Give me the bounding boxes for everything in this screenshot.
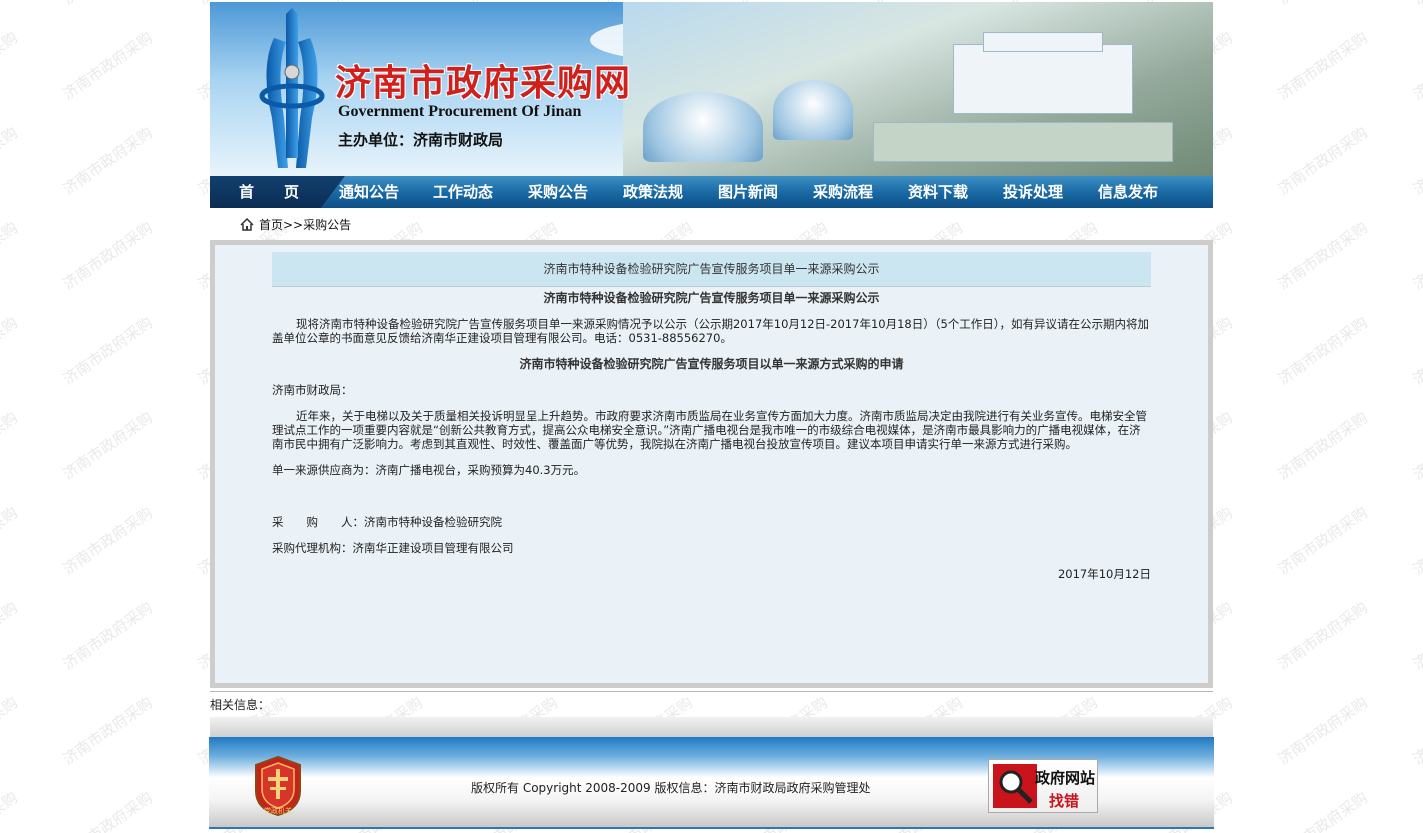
watermark-text: 济南市政府采购	[59, 598, 156, 674]
watermark-text: 济南市政府采购	[0, 693, 21, 769]
page: 济南市政府采购网 Government Procurement Of Jinan…	[209, 0, 1214, 829]
notice-article: 济南市特种设备检验研究院广告宣传服务项目单一来源采购公示 现将济南市特种设备检验…	[272, 291, 1151, 581]
site-banner: 济南市政府采购网 Government Procurement Of Jinan…	[210, 2, 1213, 176]
plaza	[873, 122, 1173, 162]
nav-item-complaints[interactable]: 投诉处理	[1003, 176, 1063, 208]
watermark-text: 济南市政府采购	[1409, 598, 1423, 674]
notice-header-title: 济南市特种设备检验研究院广告宣传服务项目单一来源采购公示	[272, 252, 1151, 287]
watermark-text: 济南市政府采购	[0, 218, 21, 294]
watermark-text: 济南市政府采购	[59, 218, 156, 294]
magnifier-icon	[993, 764, 1037, 808]
watermark-text: 济南市政府采购	[1274, 218, 1371, 294]
nav-item-home[interactable]: 首 页	[239, 176, 299, 208]
watermark-text: 济南市政府采购	[59, 788, 156, 833]
nav-item-notices[interactable]: 通知公告	[339, 176, 399, 208]
watermark-text: 济南市政府采购	[59, 123, 156, 199]
watermark-text: 济南市政府采购	[59, 503, 156, 579]
notice-date: 2017年10月12日	[1057, 567, 1151, 581]
watermark-text: 济南市政府采购	[1274, 788, 1371, 833]
error-report-line2: 找错	[1049, 792, 1080, 810]
notice-agency: 采购代理机构：济南华正建设项目管理有限公司	[272, 541, 514, 555]
nav-item-procurement-notices[interactable]: 采购公告	[528, 176, 588, 208]
watermark-text: 济南市政府采购	[0, 0, 22, 9]
related-info-label: 相关信息：	[210, 698, 271, 712]
home-icon	[240, 218, 254, 231]
gov-website-error-report-button[interactable]: 政府网站 找错	[988, 759, 1098, 813]
badge-text: 党政机关	[264, 806, 292, 815]
stadium-dome	[643, 92, 763, 162]
watermark-text: 济南市政府采购	[0, 788, 21, 833]
breadcrumb-text[interactable]: 首页>>采购公告	[259, 218, 351, 232]
watermark-text: 济南市政府采购	[0, 313, 21, 389]
nav-item-process[interactable]: 采购流程	[813, 176, 873, 208]
notice-body: 近年来，关于电梯以及关于质量相关投诉明显呈上升趋势。市政府要求济南市质监局在业务…	[272, 409, 1147, 451]
watermark-text: 济南市政府采购	[1274, 598, 1371, 674]
watermark-text: 济南市政府采购	[1273, 0, 1371, 9]
nav-item-policies[interactable]: 政策法规	[623, 176, 683, 208]
notice-supplier: 单一来源供应商为：济南广播电视台，采购预算为40.3万元。	[272, 463, 586, 477]
footer-separator	[210, 717, 1213, 737]
main-nav: 首 页 通知公告 工作动态 采购公告 政策法规 图片新闻 采购流程 资料下载 投…	[210, 176, 1213, 208]
notice-intro: 现将济南市特种设备检验研究院广告宣传服务项目单一来源采购情况予以公示（公示期20…	[272, 317, 1150, 345]
watermark-text: 济南市政府采购	[0, 503, 21, 579]
site-title-en: Government Procurement Of Jinan	[338, 103, 582, 120]
watermark-text: 济南市政府采购	[1409, 408, 1423, 484]
watermark-text: 济南市政府采购	[58, 0, 156, 9]
notice-sub-heading: 济南市特种设备检验研究院广告宣传服务项目以单一来源方式采购的申请	[519, 357, 904, 371]
watermark-text: 济南市政府采购	[1409, 28, 1423, 104]
breadcrumb: 首页>>采购公告	[210, 208, 1213, 240]
watermark-text: 济南市政府采购	[59, 313, 156, 389]
watermark-text: 济南市政府采购	[1274, 693, 1371, 769]
watermark-text: 济南市政府采购	[1409, 123, 1423, 199]
site-title: 济南市政府采购网	[335, 62, 632, 104]
watermark-text: 济南市政府采购	[0, 408, 21, 484]
party-government-badge-icon[interactable]: 党政机关	[252, 755, 304, 817]
watermark-text: 济南市政府采购	[1274, 503, 1371, 579]
related-info: 相关信息：	[210, 691, 1213, 717]
banner-city-image	[623, 2, 1213, 176]
watermark-text: 济南市政府采购	[59, 408, 156, 484]
nav-item-info-release[interactable]: 信息发布	[1098, 176, 1158, 208]
watermark-text: 济南市政府采购	[1409, 218, 1423, 294]
nav-item-work-news[interactable]: 工作动态	[433, 176, 493, 208]
watermark-text: 济南市政府采购	[59, 693, 156, 769]
nav-item-downloads[interactable]: 资料下载	[908, 176, 968, 208]
jinan-emblem-icon	[259, 8, 325, 168]
watermark-text: 济南市政府采购	[1409, 788, 1423, 833]
footer: 党政机关 版权所有 Copyright 2008-2009 版权信息：济南市财政…	[209, 737, 1214, 829]
site-host: 主办单位：济南市财政局	[338, 131, 504, 149]
watermark-text: 济南市政府采购	[1409, 313, 1423, 389]
watermark-text: 济南市政府采购	[1274, 123, 1371, 199]
gym-dome	[773, 80, 853, 140]
copyright-text: 版权所有 Copyright 2008-2009 版权信息：济南市财政局政府采购…	[471, 781, 871, 795]
government-building-top	[983, 32, 1103, 52]
watermark-text: 济南市政府采购	[1274, 28, 1371, 104]
watermark-text: 济南市政府采购	[0, 123, 21, 199]
notice-salutation: 济南市财政局：	[272, 383, 353, 397]
watermark-text: 济南市政府采购	[1274, 408, 1371, 484]
notice-heading: 济南市特种设备检验研究院广告宣传服务项目单一来源采购公示	[543, 291, 880, 305]
watermark-text: 济南市政府采购	[1274, 313, 1371, 389]
government-building	[953, 44, 1133, 114]
watermark-text: 济南市政府采购	[1409, 503, 1423, 579]
watermark-text: 济南市政府采购	[1409, 693, 1423, 769]
nav-item-photo-news[interactable]: 图片新闻	[718, 176, 778, 208]
watermark-text: 济南市政府采购	[59, 28, 156, 104]
watermark-text: 济南市政府采购	[0, 28, 21, 104]
content-frame: 济南市特种设备检验研究院广告宣传服务项目单一来源采购公示 济南市特种设备检验研究…	[210, 240, 1213, 688]
notice-purchaser: 采 购 人：济南市特种设备检验研究院	[272, 515, 502, 529]
watermark-text: 济南市政府采购	[0, 598, 21, 674]
error-report-line1: 政府网站	[1035, 769, 1096, 787]
watermark-text: 济南市政府采购	[1408, 0, 1423, 9]
